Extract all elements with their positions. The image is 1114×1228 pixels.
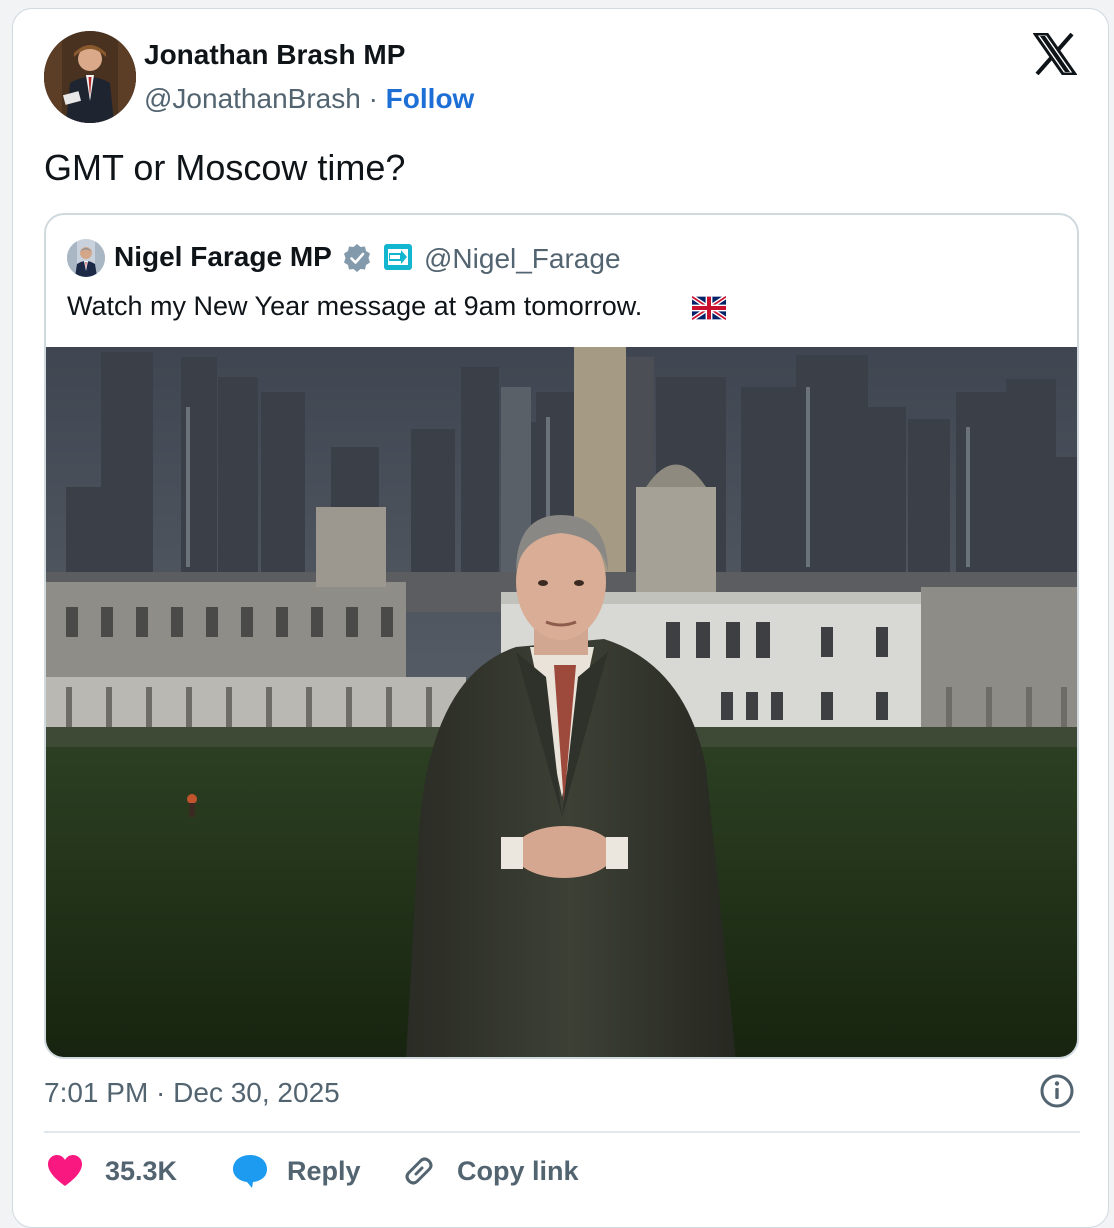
tweet-card: Jonathan Brash MP @JonathanBrash · Follo…: [12, 8, 1109, 1228]
verified-badge-icon: [342, 243, 372, 273]
quoted-author-handle[interactable]: @Nigel_Farage: [424, 243, 621, 275]
reply-label: Reply: [287, 1155, 361, 1186]
author-name[interactable]: Jonathan Brash MP: [144, 39, 405, 71]
info-icon[interactable]: [1039, 1073, 1075, 1109]
like-count: 35.3K: [105, 1155, 178, 1186]
reply-button[interactable]: Reply: [231, 1149, 361, 1193]
separator-dot: ·: [368, 83, 378, 114]
link-icon: [405, 1157, 433, 1185]
quoted-author-name[interactable]: Nigel Farage MP: [114, 241, 332, 273]
tweet-text: GMT or Moscow time?: [44, 147, 406, 188]
uk-flag-icon: [690, 294, 728, 322]
actions-divider: [44, 1131, 1080, 1133]
quoted-tweet[interactable]: Nigel Farage MP @Nigel_Farage Watch my N…: [44, 213, 1079, 1059]
like-button[interactable]: 35.3K: [47, 1149, 177, 1193]
copy-link-button[interactable]: Copy link: [401, 1149, 579, 1193]
copy-link-label: Copy link: [457, 1155, 579, 1186]
author-handle-row: @JonathanBrash · Follow: [144, 83, 474, 115]
heart-icon: [48, 1155, 82, 1186]
tweet-timestamp[interactable]: 7:01 PM · Dec 30, 2025: [44, 1077, 340, 1109]
speech-bubble-icon: [233, 1155, 267, 1188]
author-handle[interactable]: @JonathanBrash: [144, 83, 361, 114]
author-avatar[interactable]: [44, 31, 136, 123]
quoted-tweet-text: Watch my New Year message at 9am tomorro…: [67, 291, 643, 321]
follow-button[interactable]: Follow: [386, 83, 475, 114]
reform-uk-badge-icon[interactable]: [383, 243, 413, 271]
quoted-tweet-photo[interactable]: [46, 347, 1077, 1057]
quoted-author-avatar[interactable]: [67, 239, 105, 277]
x-logo-icon[interactable]: [1032, 32, 1078, 76]
